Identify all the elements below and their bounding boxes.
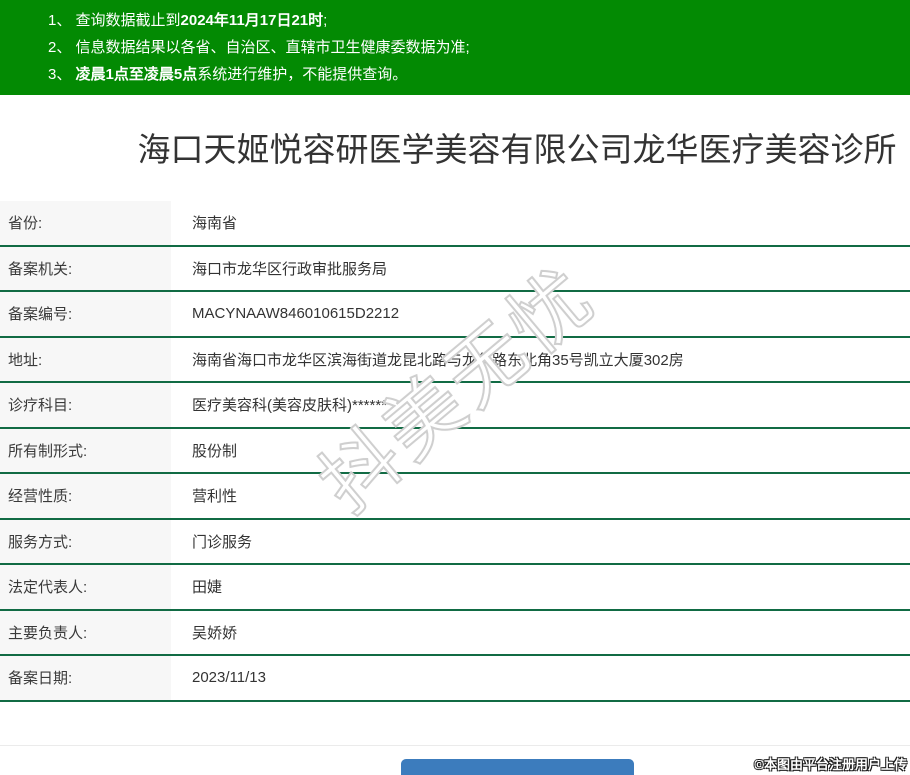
notice-1-num: 1、 (48, 12, 71, 29)
row-label: 备案日期: (0, 656, 171, 700)
query-result-window: 1、 查询数据截止到2024年11月17日21时; 2、 信息数据结果以各省、自… (0, 0, 910, 775)
row-label: 主要负责人: (0, 611, 171, 655)
notice-3-post: 系统进行维护，不能提供查询。 (197, 66, 407, 83)
row-label: 备案编号: (0, 292, 171, 336)
row-label: 地址: (0, 338, 171, 382)
row-value: 营利性 (171, 485, 910, 506)
row-value: 田婕 (171, 576, 910, 597)
table-row-filing-number: 备案编号: MACYNAAW846010615D2212 (0, 292, 910, 338)
record-detail-table: 省份: 海南省 备案机关: 海口市龙华区行政审批服务局 备案编号: MACYNA… (0, 201, 910, 702)
notice-1-text: 查询数据截止到 (76, 12, 181, 29)
row-value: 门诊服务 (171, 531, 910, 552)
notice-header: 1、 查询数据截止到2024年11月17日21时; 2、 信息数据结果以各省、自… (0, 0, 910, 95)
close-window-button[interactable]: 【关闭窗口】 (401, 759, 634, 775)
page-container: 1、 查询数据截止到2024年11月17日21时; 2、 信息数据结果以各省、自… (0, 0, 910, 775)
row-label: 法定代表人: (0, 565, 171, 609)
table-row-filing-date: 备案日期: 2023/11/13 (0, 656, 910, 702)
row-value: MACYNAAW846010615D2212 (171, 305, 910, 322)
row-value: 海南省 (171, 212, 910, 233)
notice-1-post: ; (323, 12, 327, 29)
row-value: 海南省海口市龙华区滨海街道龙昆北路与龙华路东北角35号凯立大厦302房 (171, 349, 910, 370)
table-row-service-mode: 服务方式: 门诊服务 (0, 520, 910, 566)
row-value: 吴娇娇 (171, 622, 910, 643)
row-label: 服务方式: (0, 520, 171, 564)
row-label: 诊疗科目: (0, 383, 171, 427)
row-label: 备案机关: (0, 247, 171, 291)
notice-1-bold: 2024年11月17日21时 (181, 12, 324, 29)
notice-2-num: 2、 (48, 39, 71, 56)
table-row-principal: 主要负责人: 吴娇娇 (0, 611, 910, 657)
row-value: 医疗美容科(美容皮肤科)****** (171, 394, 910, 415)
table-row-ownership-form: 所有制形式: 股份制 (0, 429, 910, 475)
footer-divider (0, 745, 910, 746)
row-label: 所有制形式: (0, 429, 171, 473)
notice-3-num: 3、 (48, 66, 71, 83)
row-value: 2023/11/13 (171, 669, 910, 686)
table-row-treatment-subjects: 诊疗科目: 医疗美容科(美容皮肤科)****** (0, 383, 910, 429)
notice-line-3: 3、 凌晨1点至凌晨5点系统进行维护，不能提供查询。 (48, 61, 910, 88)
row-value: 海口市龙华区行政审批服务局 (171, 258, 910, 279)
table-row-legal-representative: 法定代表人: 田婕 (0, 565, 910, 611)
notice-line-2: 2、 信息数据结果以各省、自治区、直辖市卫生健康委数据为准; (48, 34, 910, 61)
table-row-address: 地址: 海南省海口市龙华区滨海街道龙昆北路与龙华路东北角35号凯立大厦302房 (0, 338, 910, 384)
row-label: 省份: (0, 201, 171, 245)
row-label: 经营性质: (0, 474, 171, 518)
table-row-filing-authority: 备案机关: 海口市龙华区行政审批服务局 (0, 247, 910, 293)
notice-2-text: 信息数据结果以各省、自治区、直辖市卫生健康委数据为准; (76, 39, 470, 56)
notice-3-bold: 凌晨1点至凌晨5点 (76, 66, 198, 83)
upload-stamp-watermark: ©本图由平台注册用户上传 (754, 754, 907, 773)
table-row-business-nature: 经营性质: 营利性 (0, 474, 910, 520)
table-row-province: 省份: 海南省 (0, 201, 910, 247)
row-value: 股份制 (171, 440, 910, 461)
notice-line-1: 1、 查询数据截止到2024年11月17日21时; (48, 7, 910, 34)
page-title: 海口天姬悦容研医学美容有限公司龙华医疗美容诊所 (0, 123, 910, 171)
